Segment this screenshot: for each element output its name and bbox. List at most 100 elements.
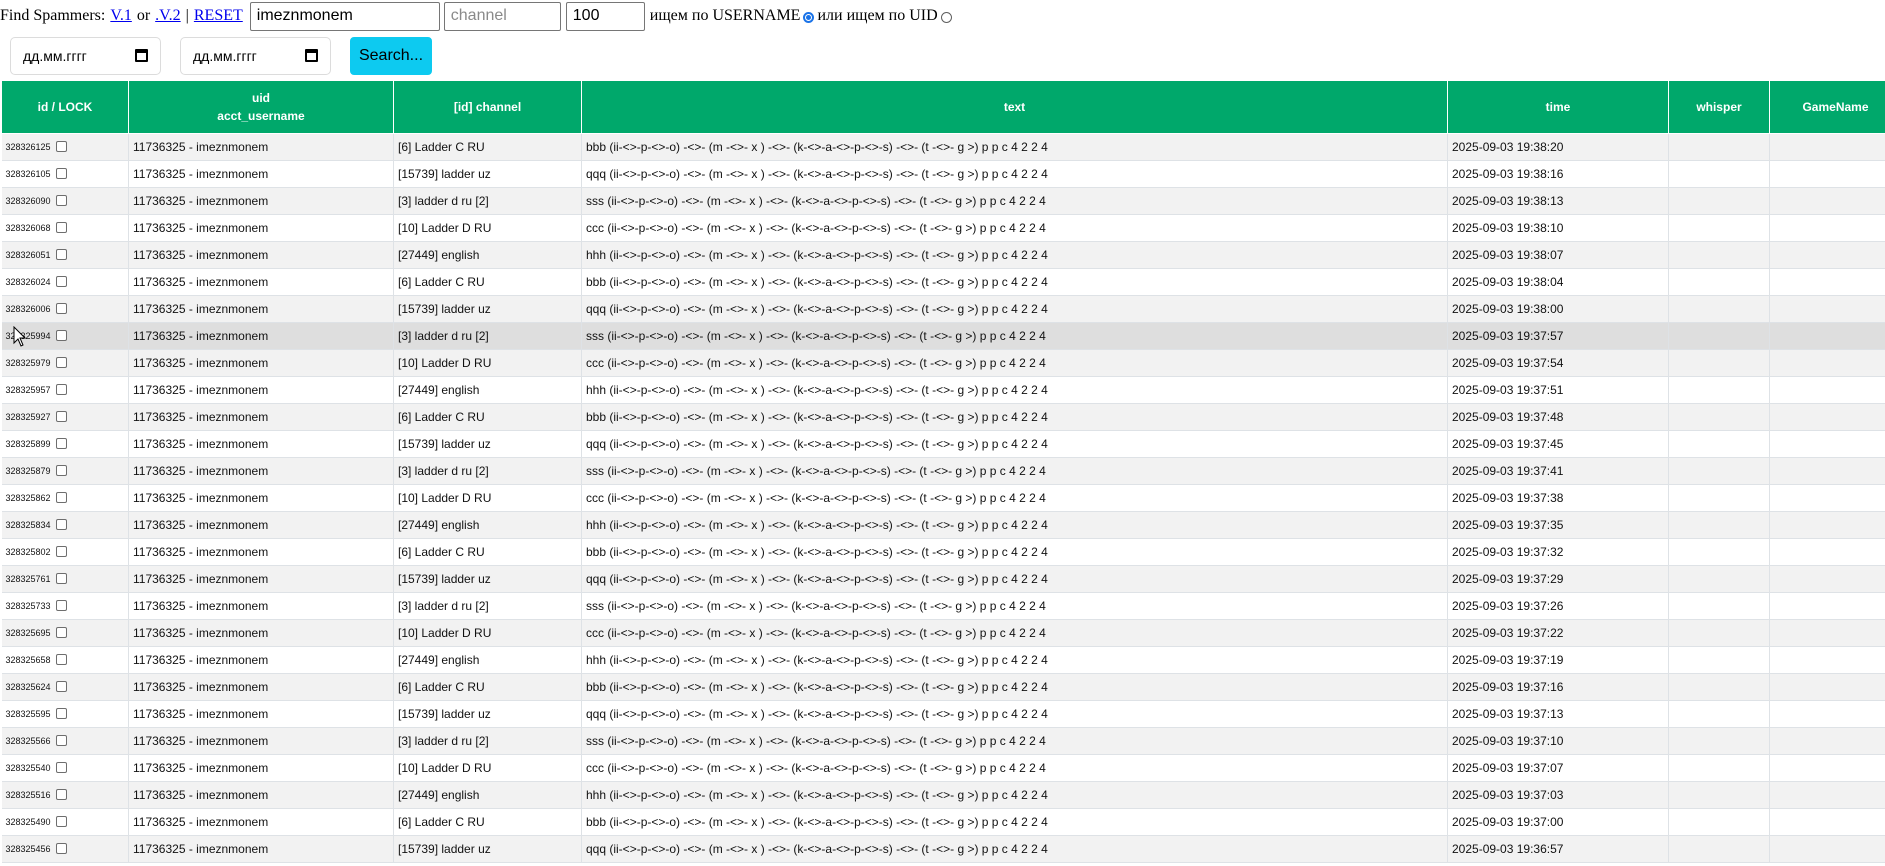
search-button[interactable]: Search... [350,37,432,75]
row-text: sss (ii-<>-p-<>-o) -<>- (m -<>- x ) -<>-… [581,187,1448,215]
date-to-input[interactable]: дд.мм.гггг [180,37,331,75]
row-gamename [1769,646,1885,674]
table-row[interactable]: 328325927 11736325 - imeznmonem [6] Ladder… [1,403,1885,431]
calendar-icon[interactable] [305,49,318,62]
row-gamename [1769,592,1885,620]
channel-input[interactable] [443,1,561,31]
col-whisper[interactable]: whisper [1668,80,1770,134]
lock-checkbox[interactable] [55,761,67,773]
row-id-cell: 328325879 [1,457,129,485]
row-time: 2025-09-03 19:37:16 [1447,673,1669,701]
table-row[interactable]: 328325540 11736325 - imeznmonem [10] Ladde… [1,754,1885,782]
lock-checkbox[interactable] [55,680,67,692]
lock-checkbox[interactable] [55,518,67,530]
lock-checkbox[interactable] [55,329,67,341]
table-row[interactable]: 328325456 11736325 - imeznmonem [15739] la… [1,835,1885,863]
col-gamename[interactable]: GameName [1769,80,1885,134]
row-uid: 11736325 - imeznmonem [128,727,394,755]
row-uid: 11736325 - imeznmonem [128,673,394,701]
table-row[interactable]: 328326090 11736325 - imeznmonem [3] ladder… [1,187,1885,215]
lock-checkbox[interactable] [55,383,67,395]
table-row[interactable]: 328325490 11736325 - imeznmonem [6] Ladder… [1,808,1885,836]
lock-checkbox[interactable] [55,167,67,179]
lock-checkbox[interactable] [55,788,67,800]
col-uid[interactable]: uid acct_username [128,80,394,134]
table-row[interactable]: 328326024 11736325 - imeznmonem [6] Ladder… [1,268,1885,296]
row-gamename [1769,808,1885,836]
lock-checkbox[interactable] [55,248,67,260]
col-text[interactable]: text [581,80,1448,134]
table-row[interactable]: 328325595 11736325 - imeznmonem [15739] la… [1,700,1885,728]
row-gamename [1769,376,1885,404]
lock-checkbox[interactable] [55,194,67,206]
row-gamename [1769,268,1885,296]
row-gamename [1769,619,1885,647]
table-row[interactable]: 328325761 11736325 - imeznmonem [15739] la… [1,565,1885,593]
table-row[interactable]: 328326105 11736325 - imeznmonem [15739] la… [1,160,1885,188]
row-whisper [1668,187,1770,215]
lock-checkbox[interactable] [55,842,67,854]
table-row[interactable]: 328325658 11736325 - imeznmonem [27449] en… [1,646,1885,674]
lock-checkbox[interactable] [55,491,67,503]
row-id: 328326125 [5,141,51,152]
lock-checkbox[interactable] [55,437,67,449]
lock-checkbox[interactable] [55,599,67,611]
lock-checkbox[interactable] [55,410,67,422]
table-row[interactable]: 328325624 11736325 - imeznmonem [6] Ladder… [1,673,1885,701]
col-id-lock[interactable]: id / LOCK [1,80,129,134]
row-id: 328325979 [5,357,51,368]
table-row[interactable]: 328325834 11736325 - imeznmonem [27449] en… [1,511,1885,539]
table-row[interactable]: 328325566 11736325 - imeznmonem [3] ladder… [1,727,1885,755]
limit-input[interactable] [565,1,645,31]
table-row[interactable]: 328325994 11736325 - imeznmonem [3] ladder… [1,322,1885,350]
table-row[interactable]: 328326051 11736325 - imeznmonem [27449] en… [1,241,1885,269]
col-channel[interactable]: [id] channel [393,80,582,134]
lock-checkbox[interactable] [55,464,67,476]
row-whisper [1668,403,1770,431]
v2-link[interactable]: .V.2 [155,7,181,25]
row-id-cell: 328325695 [1,619,129,647]
table-row[interactable]: 328326125 11736325 - imeznmonem [6] Ladder… [1,133,1885,161]
username-input[interactable] [249,1,440,31]
table-row[interactable]: 328325516 11736325 - imeznmonem [27449] en… [1,781,1885,809]
row-id: 328325994 [5,330,51,341]
uid-radio[interactable] [940,11,952,23]
table-row[interactable]: 328325802 11736325 - imeznmonem [6] Ladder… [1,538,1885,566]
lock-checkbox[interactable] [55,275,67,287]
table-row[interactable]: 328325879 11736325 - imeznmonem [3] ladder… [1,457,1885,485]
lock-checkbox[interactable] [55,572,67,584]
row-text: hhh (ii-<>-p-<>-o) -<>- (m -<>- x ) -<>-… [581,781,1448,809]
lock-checkbox[interactable] [55,653,67,665]
date-from-input[interactable]: дд.мм.гггг [10,37,161,75]
table-row[interactable]: 328326006 11736325 - imeznmonem [15739] la… [1,295,1885,323]
calendar-icon[interactable] [135,49,148,62]
row-text: qqq (ii-<>-p-<>-o) -<>- (m -<>- x ) -<>-… [581,160,1448,188]
row-text: bbb (ii-<>-p-<>-o) -<>- (m -<>- x ) -<>-… [581,673,1448,701]
row-whisper [1668,376,1770,404]
table-row[interactable]: 328325957 11736325 - imeznmonem [27449] en… [1,376,1885,404]
row-text: qqq (ii-<>-p-<>-o) -<>- (m -<>- x ) -<>-… [581,700,1448,728]
table-row[interactable]: 328325862 11736325 - imeznmonem [10] Ladde… [1,484,1885,512]
lock-checkbox[interactable] [55,221,67,233]
table-row[interactable]: 328325979 11736325 - imeznmonem [10] Ladde… [1,349,1885,377]
table-row[interactable]: 328325733 11736325 - imeznmonem [3] ladder… [1,592,1885,620]
lock-checkbox[interactable] [55,302,67,314]
lock-checkbox[interactable] [55,356,67,368]
reset-link[interactable]: RESET [194,7,243,25]
username-radio[interactable] [803,11,815,23]
v1-link[interactable]: V.1 [110,7,132,25]
table-row[interactable]: 328325695 11736325 - imeznmonem [10] Ladde… [1,619,1885,647]
table-row[interactable]: 328326068 11736325 - imeznmonem [10] Ladde… [1,214,1885,242]
row-text: sss (ii-<>-p-<>-o) -<>- (m -<>- x ) -<>-… [581,592,1448,620]
lock-checkbox[interactable] [55,545,67,557]
row-time: 2025-09-03 19:38:00 [1447,295,1669,323]
col-time[interactable]: time [1447,80,1669,134]
lock-checkbox[interactable] [55,140,67,152]
lock-checkbox[interactable] [55,734,67,746]
row-id: 328326024 [5,276,51,287]
lock-checkbox[interactable] [55,626,67,638]
lock-checkbox[interactable] [55,707,67,719]
lock-checkbox[interactable] [55,815,67,827]
table-row[interactable]: 328325899 11736325 - imeznmonem [15739] la… [1,430,1885,458]
row-id-cell: 328325979 [1,349,129,377]
